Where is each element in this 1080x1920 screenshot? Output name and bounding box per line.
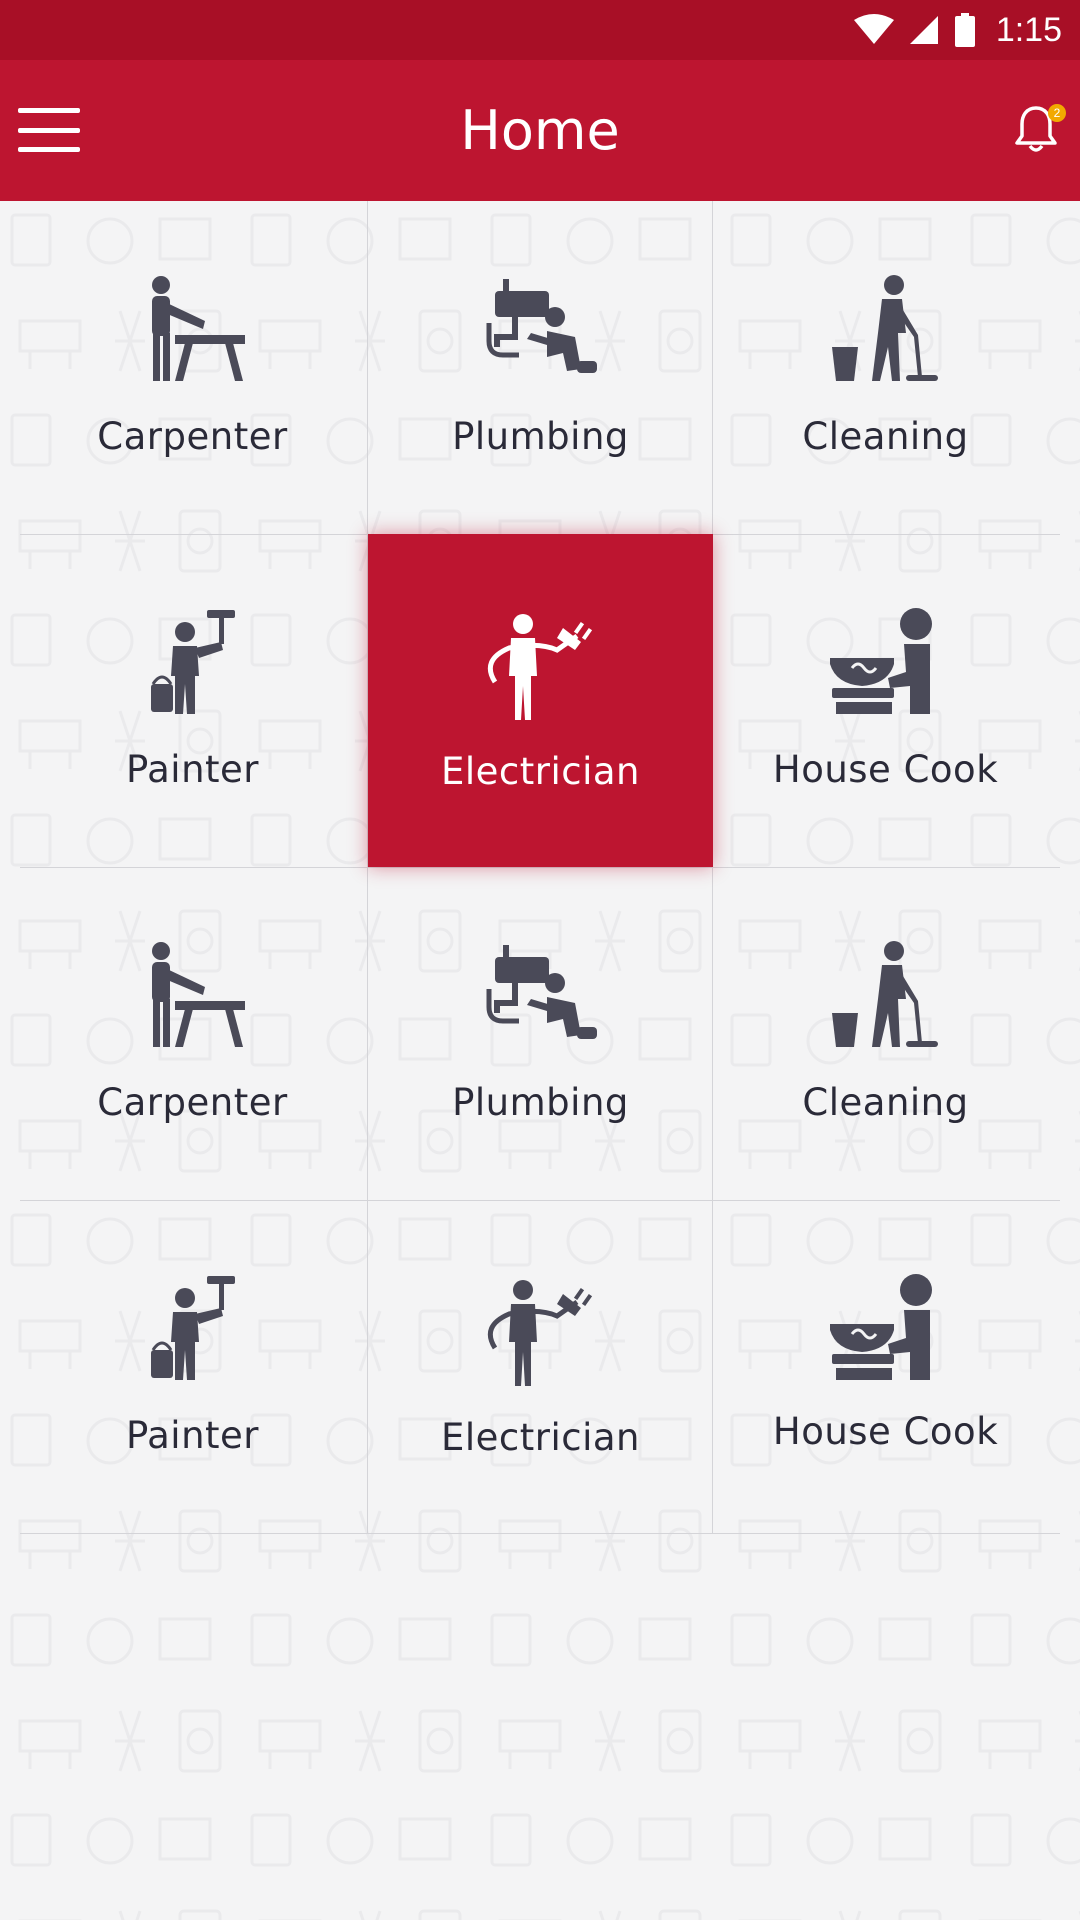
service-label: Cleaning <box>802 1081 969 1124</box>
painter-icon <box>150 610 235 714</box>
service-tile-house-cook[interactable]: House Cook <box>713 1200 1058 1533</box>
electrician-icon <box>487 614 592 720</box>
service-tile-cleaning[interactable]: Cleaning <box>713 201 1058 534</box>
notification-badge: 2 <box>1048 104 1066 122</box>
cleaning-icon <box>831 941 938 1047</box>
service-tile-house-cook[interactable]: House Cook <box>713 534 1058 867</box>
service-label: Carpenter <box>97 415 288 458</box>
house-cook-icon <box>829 1274 932 1380</box>
service-tile-painter[interactable]: Painter <box>20 1200 365 1533</box>
services-grid: Carpenter Plumbing Cleaning Painter Elec… <box>20 201 1060 1534</box>
grid-divider <box>20 1533 1060 1534</box>
signal-icon <box>909 16 938 44</box>
service-label: Electrician <box>440 1416 640 1459</box>
carpenter-icon <box>151 942 245 1047</box>
painter-icon <box>150 1276 235 1380</box>
service-tile-electrician[interactable]: Electrician <box>368 1200 713 1533</box>
house-cook-icon <box>829 608 932 714</box>
carpenter-icon <box>151 276 245 381</box>
status-time: 1:15 <box>995 10 1062 49</box>
service-tile-plumbing[interactable]: Plumbing <box>368 867 713 1200</box>
cleaning-icon <box>831 275 938 381</box>
status-bar: 1:15 <box>0 0 1080 60</box>
service-label: Electrician <box>440 750 640 793</box>
service-tile-plumbing[interactable]: Plumbing <box>368 201 713 534</box>
bell-icon[interactable]: 2 <box>1014 104 1066 158</box>
plumbing-icon <box>486 279 597 373</box>
plumbing-icon <box>486 945 597 1039</box>
service-tile-cleaning[interactable]: Cleaning <box>713 867 1058 1200</box>
electrician-icon <box>487 1280 592 1386</box>
service-label: Cleaning <box>802 415 969 458</box>
app-bar: Home 2 <box>0 60 1080 201</box>
service-label: Plumbing <box>452 1081 629 1124</box>
service-tile-painter[interactable]: Painter <box>20 534 365 867</box>
service-label: Painter <box>125 1414 260 1457</box>
wifi-icon <box>853 14 894 44</box>
service-tile-carpenter[interactable]: Carpenter <box>20 867 365 1200</box>
service-tile-carpenter[interactable]: Carpenter <box>20 201 365 534</box>
battery-icon <box>954 13 975 47</box>
service-label: House Cook <box>772 1410 999 1453</box>
service-label: Painter <box>125 748 260 791</box>
service-label: Carpenter <box>97 1081 288 1124</box>
service-tile-electrician[interactable]: Electrician <box>368 534 713 867</box>
service-label: Plumbing <box>452 415 629 458</box>
service-label: House Cook <box>772 748 999 791</box>
page-title: Home <box>460 99 620 162</box>
